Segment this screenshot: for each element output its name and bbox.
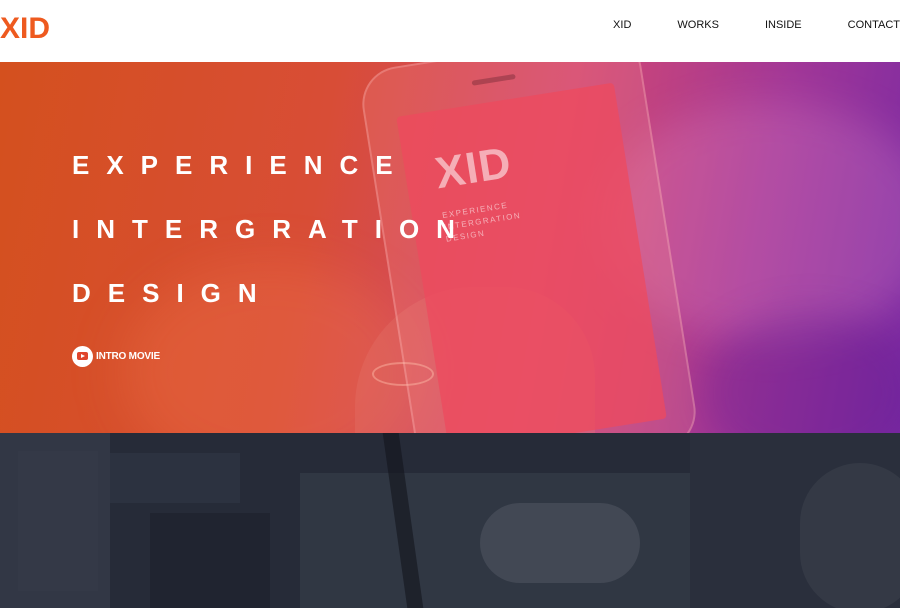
nav-item-contact[interactable]: CONTACT bbox=[848, 18, 900, 32]
background-shape bbox=[18, 451, 98, 591]
headline-line-1: EXPERIENCE bbox=[72, 150, 410, 180]
phone-screen: XID EXPERIENCE INTERGRATION DESIGN bbox=[396, 82, 667, 433]
logo[interactable]: XID bbox=[0, 12, 50, 46]
background-shape bbox=[110, 453, 240, 503]
intro-movie-button[interactable]: INTRO MOVIE bbox=[72, 345, 160, 367]
main-nav: XID WORKS INSIDE CONTACT bbox=[613, 18, 900, 32]
background-shape bbox=[150, 513, 270, 608]
nav-item-works[interactable]: WORKS bbox=[677, 18, 719, 32]
headline-line-2: INTERGRATION bbox=[72, 214, 472, 244]
ring-image bbox=[372, 362, 434, 386]
site-header: XID XID WORKS INSIDE CONTACT bbox=[0, 0, 900, 62]
headline-line-3: DESIGN bbox=[72, 278, 274, 308]
background-shape bbox=[480, 503, 640, 583]
youtube-play-icon bbox=[72, 345, 93, 367]
intro-movie-label: INTRO MOVIE bbox=[96, 350, 160, 362]
nav-item-inside[interactable]: INSIDE bbox=[765, 18, 802, 32]
dark-image-section bbox=[0, 433, 900, 608]
background-shape bbox=[800, 463, 900, 608]
hero-banner: XID EXPERIENCE INTERGRATION DESIGN EXPER… bbox=[0, 62, 900, 433]
nav-item-xid[interactable]: XID bbox=[613, 18, 631, 32]
phone-screen-logo: XID bbox=[431, 137, 515, 199]
phone-speaker bbox=[471, 73, 516, 86]
